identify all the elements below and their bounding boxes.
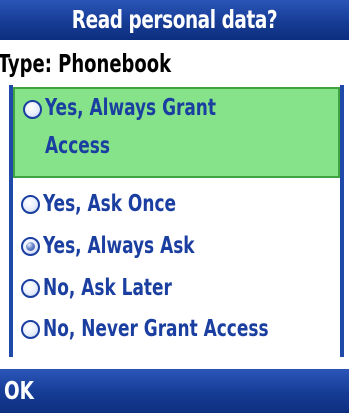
option-label: No, Ask Later bbox=[43, 275, 172, 301]
radio-unchecked-icon bbox=[21, 195, 40, 214]
ok-softkey[interactable]: OK bbox=[4, 369, 34, 413]
title-bar: Read personal data? bbox=[0, 0, 349, 40]
option-label: Yes, Always Grant Access bbox=[45, 95, 217, 159]
radio-unchecked-icon bbox=[21, 279, 40, 298]
option-yes-ask-once[interactable]: Yes, Ask Once bbox=[13, 184, 340, 224]
dialog-subtitle: Type: Phonebook bbox=[0, 44, 349, 84]
radio-unchecked-icon bbox=[23, 100, 42, 119]
option-yes-always-grant-access[interactable]: Yes, Always Grant Access bbox=[13, 87, 340, 178]
option-label: Yes, Ask Once bbox=[43, 191, 177, 217]
option-yes-always-ask[interactable]: Yes, Always Ask bbox=[13, 226, 340, 266]
option-no-never-grant-access[interactable]: No, Never Grant Access bbox=[13, 309, 340, 349]
option-label: Yes, Always Ask bbox=[43, 233, 195, 259]
radio-checked-icon bbox=[21, 237, 40, 256]
radio-unchecked-icon bbox=[21, 320, 40, 339]
softkey-bar: OK bbox=[0, 369, 349, 413]
permission-options-list: Yes, Always Grant Access Yes, Ask Once Y… bbox=[9, 85, 344, 357]
subtitle-text: Type: Phonebook bbox=[0, 49, 172, 78]
option-label: No, Never Grant Access bbox=[43, 316, 269, 342]
dialog-title: Read personal data? bbox=[71, 5, 278, 34]
option-no-ask-later[interactable]: No, Ask Later bbox=[13, 268, 340, 308]
